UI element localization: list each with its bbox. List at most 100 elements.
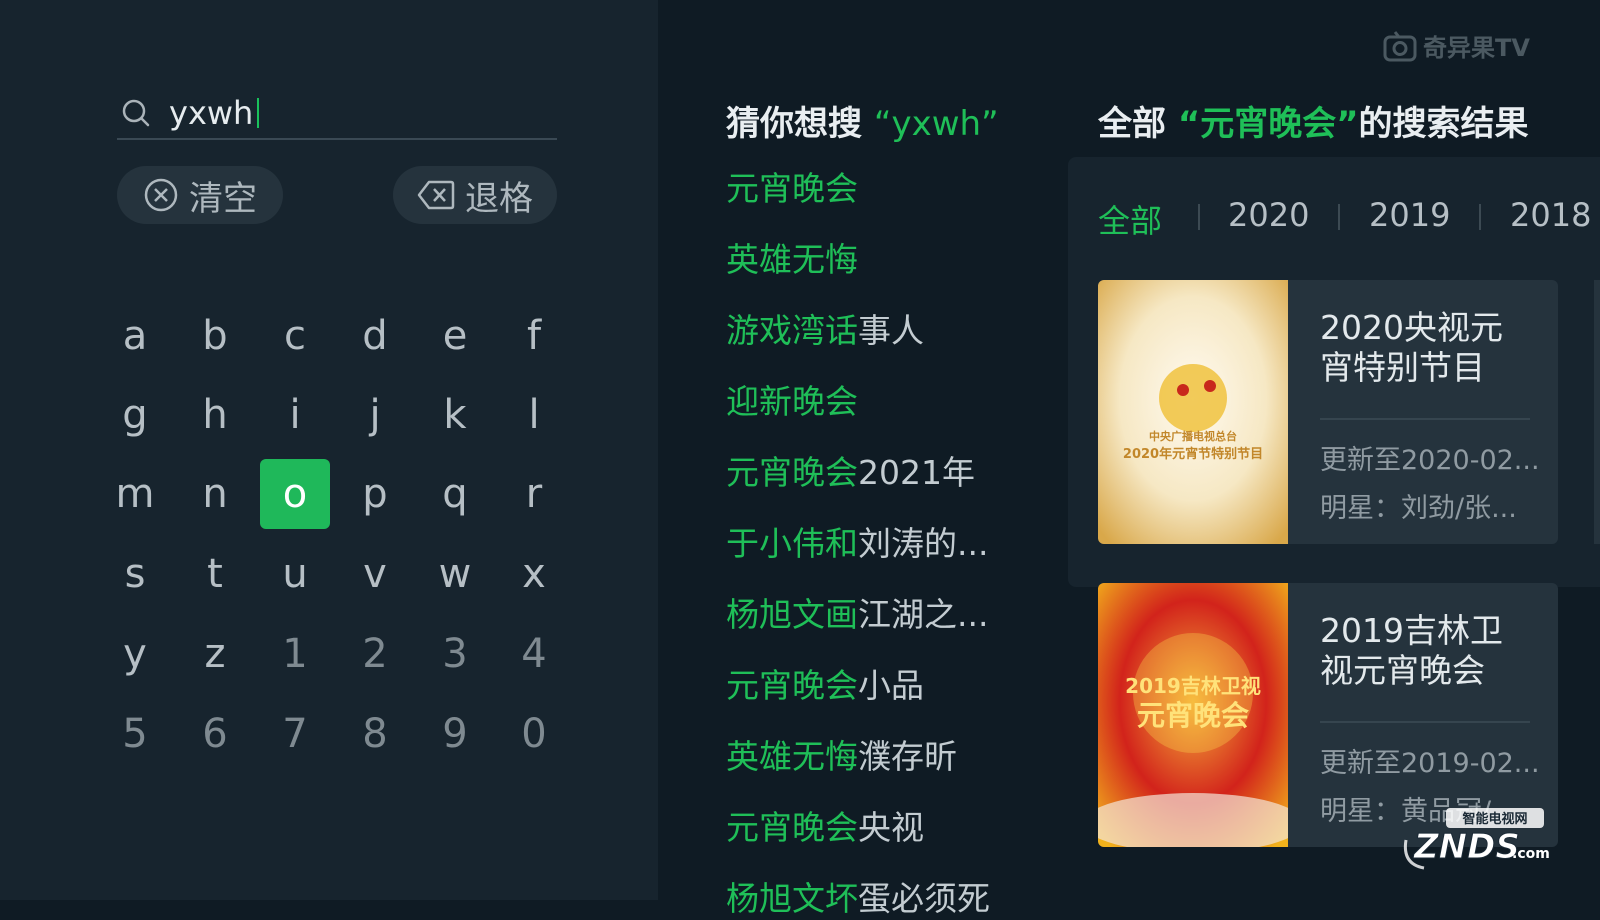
suggestions-heading: 猜你想搜 “yxwh” bbox=[726, 96, 999, 145]
card-update-status: 更新至2019-02... bbox=[1320, 748, 1540, 779]
suggestion-rest: 濮存昕 bbox=[858, 737, 957, 776]
suggestion-match: 英雄无悔 bbox=[726, 240, 858, 279]
key-x[interactable]: x bbox=[499, 539, 569, 609]
suggestion-match: 游戏湾话 bbox=[726, 311, 858, 350]
text-caret bbox=[257, 98, 260, 128]
key-l[interactable]: l bbox=[499, 380, 569, 450]
suggestion-match: 元宵晚会 bbox=[726, 169, 858, 208]
card-update-status: 更新至2020-02... bbox=[1320, 445, 1540, 476]
suggestion-match: 杨旭文坏 bbox=[726, 879, 858, 918]
suggestion-rest: 事人 bbox=[858, 311, 924, 350]
suggestion-rest: 小品 bbox=[858, 666, 924, 705]
suggestion-rest: 2021年 bbox=[858, 453, 975, 492]
key-o[interactable]: o bbox=[260, 459, 330, 529]
key-8[interactable]: 8 bbox=[340, 699, 410, 769]
key-1[interactable]: 1 bbox=[260, 619, 330, 689]
search-query: yxwh bbox=[169, 94, 254, 132]
tab-2018[interactable]: 2018 bbox=[1510, 196, 1591, 234]
key-f[interactable]: f bbox=[499, 301, 569, 371]
key-n[interactable]: n bbox=[180, 459, 250, 529]
key-j[interactable]: j bbox=[340, 380, 410, 450]
suggestion-item[interactable]: 杨旭文画江湖之... bbox=[726, 588, 988, 636]
key-c[interactable]: c bbox=[260, 301, 330, 371]
search-input[interactable]: yxwh bbox=[117, 88, 557, 140]
search-icon bbox=[122, 99, 150, 127]
suggestion-item[interactable]: 元宵晚会2021年 bbox=[726, 446, 975, 494]
key-d[interactable]: d bbox=[340, 301, 410, 371]
suggestion-rest: 江湖之... bbox=[858, 595, 989, 634]
poster-image: 中央广播电视总台 2020年元宵节特别节目 bbox=[1098, 280, 1288, 544]
key-t[interactable]: t bbox=[180, 539, 250, 609]
key-2[interactable]: 2 bbox=[340, 619, 410, 689]
suggestion-rest: 蛋必须死 bbox=[858, 879, 990, 918]
key-r[interactable]: r bbox=[499, 459, 569, 529]
backspace-button[interactable]: 退格 bbox=[393, 166, 557, 224]
svg-text:中央广播电视总台: 中央广播电视总台 bbox=[1149, 429, 1237, 443]
key-3[interactable]: 3 bbox=[420, 619, 490, 689]
suggestion-item[interactable]: 元宵晚会 bbox=[726, 162, 858, 210]
key-z[interactable]: z bbox=[180, 619, 250, 689]
suggestion-item[interactable]: 于小伟和刘涛的... bbox=[726, 517, 988, 565]
results-heading-query: “元宵晚会” bbox=[1177, 104, 1359, 144]
key-b[interactable]: b bbox=[180, 301, 250, 371]
tab-separator bbox=[1338, 204, 1340, 230]
card-title: 2019吉林卫视元宵晚会 bbox=[1320, 611, 1503, 690]
card-divider bbox=[1320, 721, 1530, 723]
key-m[interactable]: m bbox=[100, 459, 170, 529]
suggestions-heading-query: “yxwh” bbox=[873, 104, 999, 144]
card-divider bbox=[1320, 418, 1530, 420]
key-7[interactable]: 7 bbox=[260, 699, 330, 769]
suggestion-rest: 央视 bbox=[858, 808, 924, 847]
key-u[interactable]: u bbox=[260, 539, 330, 609]
card-title: 2020央视元宵特别节目 bbox=[1320, 308, 1503, 387]
results-heading: 全部 “元宵晚会”的搜索结果 bbox=[1098, 96, 1529, 145]
key-4[interactable]: 4 bbox=[499, 619, 569, 689]
key-9[interactable]: 9 bbox=[420, 699, 490, 769]
tab-2019[interactable]: 2019 bbox=[1369, 196, 1450, 234]
key-w[interactable]: w bbox=[420, 539, 490, 609]
tv-logo-icon bbox=[1383, 30, 1417, 61]
suggestion-item[interactable]: 元宵晚会小品 bbox=[726, 659, 924, 707]
suggestion-match: 英雄无悔 bbox=[726, 737, 858, 776]
suggestion-item[interactable]: 迎新晚会 bbox=[726, 375, 858, 423]
tab-separator bbox=[1479, 204, 1481, 230]
key-y[interactable]: y bbox=[100, 619, 170, 689]
tab-separator bbox=[1198, 204, 1200, 230]
result-card[interactable]: 中央广播电视总台 2020年元宵节特别节目 2020央视元宵特别节目更新至2020-… bbox=[1098, 280, 1558, 544]
brand-logo-text: 奇异果TV bbox=[1423, 34, 1530, 62]
suggestion-item[interactable]: 游戏湾话事人 bbox=[726, 304, 924, 352]
tab-all[interactable]: 全部 bbox=[1098, 196, 1162, 242]
key-a[interactable]: a bbox=[100, 301, 170, 371]
svg-text:智能电视网: 智能电视网 bbox=[1462, 811, 1527, 827]
next-card-peek bbox=[1594, 280, 1600, 544]
suggestion-item[interactable]: 英雄无悔濮存昕 bbox=[726, 730, 957, 778]
suggestion-item[interactable]: 杨旭文坏蛋必须死 bbox=[726, 872, 990, 920]
tab-2020[interactable]: 2020 bbox=[1228, 196, 1309, 234]
clear-icon bbox=[144, 178, 178, 212]
suggestion-match: 元宵晚会 bbox=[726, 666, 858, 705]
key-6[interactable]: 6 bbox=[180, 699, 250, 769]
key-i[interactable]: i bbox=[260, 380, 330, 450]
key-g[interactable]: g bbox=[100, 380, 170, 450]
backspace-icon bbox=[417, 180, 455, 210]
key-5[interactable]: 5 bbox=[100, 699, 170, 769]
watermark: 智能电视网 ZNDS .com bbox=[1403, 808, 1550, 870]
key-v[interactable]: v bbox=[340, 539, 410, 609]
results-heading-prefix: 全部 bbox=[1098, 104, 1166, 144]
svg-text:2020年元宵节特别节目: 2020年元宵节特别节目 bbox=[1123, 446, 1263, 462]
key-h[interactable]: h bbox=[180, 380, 250, 450]
suggestion-item[interactable]: 英雄无悔 bbox=[726, 233, 858, 281]
key-p[interactable]: p bbox=[340, 459, 410, 529]
clear-label: 清空 bbox=[189, 178, 257, 219]
svg-text:2019吉林卫视: 2019吉林卫视 bbox=[1125, 674, 1261, 698]
suggestion-item[interactable]: 元宵晚会央视 bbox=[726, 801, 924, 849]
backspace-label: 退格 bbox=[465, 178, 533, 219]
clear-button[interactable]: 清空 bbox=[117, 166, 283, 224]
key-k[interactable]: k bbox=[420, 380, 490, 450]
svg-text:ZNDS: ZNDS bbox=[1413, 827, 1520, 867]
key-e[interactable]: e bbox=[420, 301, 490, 371]
key-s[interactable]: s bbox=[100, 539, 170, 609]
svg-text:元宵晚会: 元宵晚会 bbox=[1137, 699, 1249, 732]
key-0[interactable]: 0 bbox=[499, 699, 569, 769]
key-q[interactable]: q bbox=[420, 459, 490, 529]
